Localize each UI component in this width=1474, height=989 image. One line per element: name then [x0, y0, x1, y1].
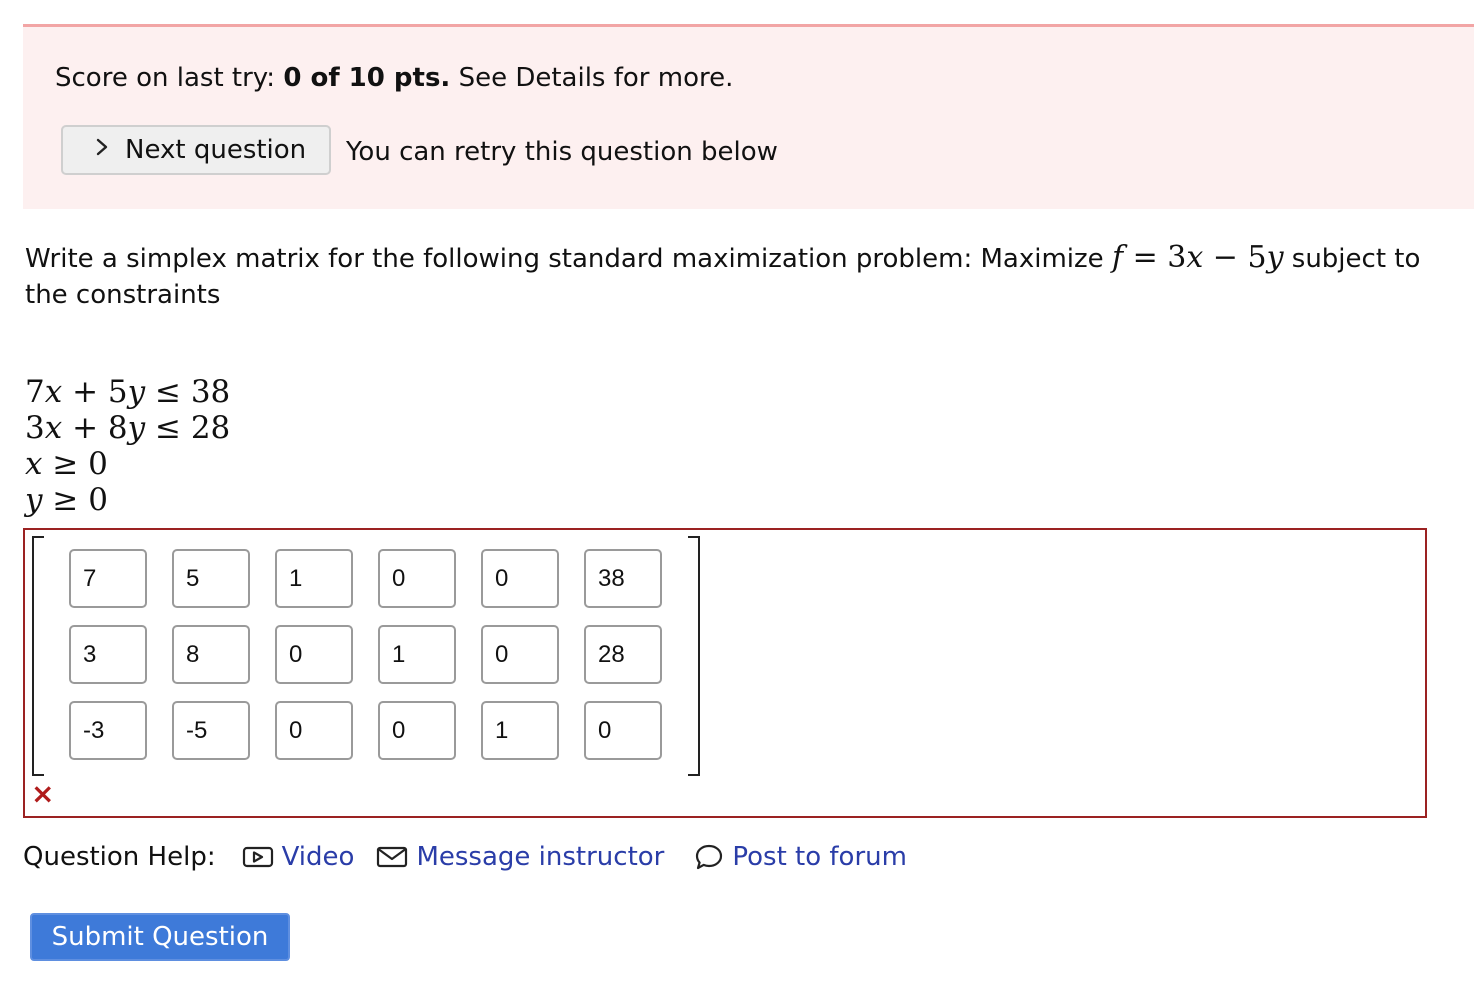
- prompt-text: Write a simplex matrix for the following…: [25, 244, 1104, 274]
- constraint-3: x ≥ 0: [25, 446, 108, 482]
- matrix-cell-r2c2[interactable]: [172, 625, 250, 684]
- incorrect-x-icon: ×: [31, 777, 55, 810]
- matrix-bracket-right: [688, 536, 700, 776]
- constraint-1: 7x + 5y ≤ 38: [25, 374, 231, 410]
- matrix-cell-r1c4[interactable]: [378, 549, 456, 608]
- matrix-cell-r2c1[interactable]: [69, 625, 147, 684]
- video-link[interactable]: Video: [242, 842, 355, 872]
- speech-bubble-icon: [694, 843, 724, 871]
- question-prompt: Write a simplex matrix for the following…: [25, 240, 1425, 313]
- matrix-cell-r3c1[interactable]: [69, 701, 147, 760]
- matrix-cell-r2c3[interactable]: [275, 625, 353, 684]
- matrix-cell-r2c5[interactable]: [481, 625, 559, 684]
- matrix-cell-r3c6[interactable]: [584, 701, 662, 760]
- post-to-forum-label: Post to forum: [732, 842, 907, 872]
- constraint-4: y ≥ 0: [25, 482, 108, 518]
- video-label: Video: [281, 842, 355, 872]
- objective-function: f = 3x − 5y: [1111, 240, 1284, 275]
- constraint-2: 3x + 8y ≤ 28: [25, 410, 231, 446]
- submit-question-button[interactable]: Submit Question: [30, 913, 290, 961]
- matrix-cell-r3c5[interactable]: [481, 701, 559, 760]
- matrix-cell-r1c3[interactable]: [275, 549, 353, 608]
- score-details-text: See Details for more.: [458, 63, 734, 93]
- constraints: 7x + 5y ≤ 38 3x + 8y ≤ 28 x ≥ 0 y ≥ 0: [25, 374, 230, 518]
- score-banner: Score on last try: 0 of 10 pts. See Deta…: [23, 24, 1474, 209]
- question-help: Question Help: Video Message instructor …: [23, 842, 907, 872]
- envelope-icon: [376, 845, 408, 869]
- post-to-forum-link[interactable]: Post to forum: [694, 842, 907, 872]
- score-value: 0 of 10 pts.: [283, 63, 451, 93]
- score-label: Score on last try:: [55, 63, 276, 93]
- video-play-icon: [242, 845, 274, 869]
- retry-notice: You can retry this question below: [346, 137, 778, 167]
- matrix-cell-r1c2[interactable]: [172, 549, 250, 608]
- score-summary: Score on last try: 0 of 10 pts. See Deta…: [55, 63, 733, 93]
- matrix-cell-r1c1[interactable]: [69, 549, 147, 608]
- matrix-cell-r1c5[interactable]: [481, 549, 559, 608]
- message-instructor-link[interactable]: Message instructor: [376, 842, 664, 872]
- chevron-right-icon: [95, 137, 109, 163]
- matrix-cell-r2c6[interactable]: [584, 625, 662, 684]
- matrix-cell-r3c4[interactable]: [378, 701, 456, 760]
- matrix-bracket-left: [32, 536, 44, 776]
- matrix-cell-r1c6[interactable]: [584, 549, 662, 608]
- question-help-label: Question Help:: [23, 842, 216, 872]
- matrix-cell-r2c4[interactable]: [378, 625, 456, 684]
- matrix-cell-r3c3[interactable]: [275, 701, 353, 760]
- matrix-cell-r3c2[interactable]: [172, 701, 250, 760]
- matrix-answer-box: ×: [23, 528, 1427, 818]
- next-question-button[interactable]: Next question: [61, 125, 331, 175]
- next-question-label: Next question: [125, 135, 307, 165]
- message-instructor-label: Message instructor: [416, 842, 665, 872]
